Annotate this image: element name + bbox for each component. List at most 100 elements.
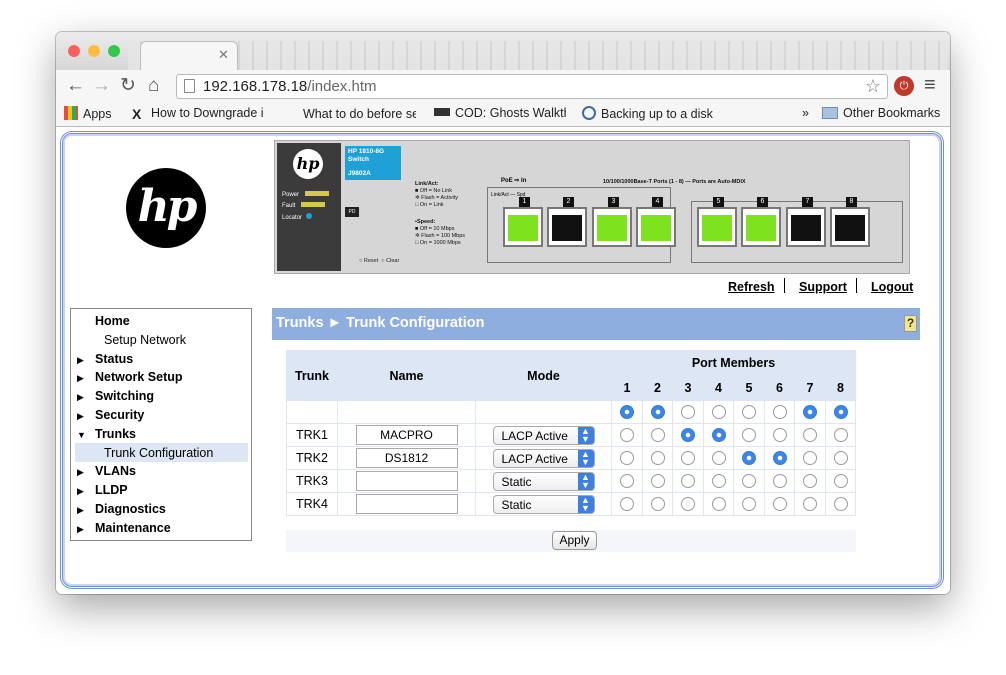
help-icon[interactable]: ? — [904, 315, 917, 332]
port-cell — [611, 423, 643, 447]
port-select-all-radio[interactable] — [620, 405, 634, 420]
collapsed-arrow-icon[interactable]: ▶ — [77, 392, 84, 403]
port-member-radio[interactable] — [833, 497, 848, 512]
address-bar[interactable]: 192.168.178.18/index.htm ☆ — [176, 74, 888, 99]
nav-item-trunks[interactable]: Trunks — [95, 427, 136, 441]
port-select-all-radio[interactable] — [803, 405, 817, 420]
port-member-radio[interactable] — [833, 474, 848, 489]
nav-item-setup-network[interactable]: Setup Network — [104, 333, 186, 347]
nav-item-home[interactable]: Home — [95, 314, 130, 328]
port-member-radio[interactable] — [803, 474, 817, 489]
apply-button[interactable]: Apply — [552, 531, 597, 550]
port-member-radio[interactable] — [742, 497, 756, 512]
nav-item-security[interactable]: Security — [95, 408, 144, 422]
port-member-radio[interactable] — [772, 497, 787, 512]
port-member-radio[interactable] — [681, 497, 695, 512]
port-member-radio[interactable] — [650, 474, 665, 489]
menu-icon[interactable]: ≡ — [924, 74, 936, 97]
port-member-radio[interactable] — [650, 497, 665, 512]
port-member-radio[interactable] — [772, 451, 787, 466]
trunk-name-input[interactable] — [355, 471, 458, 491]
port-member-radio[interactable] — [711, 497, 726, 512]
nav-item-status[interactable]: Status — [95, 352, 133, 366]
trunk-mode-select[interactable]: Static ▲ ▼ — [492, 471, 595, 491]
zoom-window-button[interactable] — [108, 45, 120, 57]
trunk-mode-select[interactable]: Static ▲ ▼ — [492, 494, 595, 514]
port-member-radio[interactable] — [620, 428, 634, 443]
collapsed-arrow-icon[interactable]: ▶ — [77, 467, 84, 478]
port-member-radio[interactable] — [620, 497, 634, 512]
port-jack — [597, 215, 627, 241]
nav-item-vlans[interactable]: VLANs — [95, 464, 136, 478]
collapsed-arrow-icon[interactable]: ▶ — [77, 411, 84, 422]
forward-icon[interactable]: → — [92, 75, 111, 97]
bookmark-cod-ghosts[interactable]: COD: Ghosts Walkth — [434, 106, 566, 120]
tab-close-icon[interactable]: ✕ — [218, 47, 229, 63]
port-member-radio[interactable] — [711, 474, 726, 489]
port-member-radio[interactable] — [833, 451, 848, 466]
port-member-radio[interactable] — [620, 474, 634, 489]
reload-icon[interactable]: ↻ — [120, 75, 136, 97]
port-member-radio[interactable] — [620, 451, 634, 466]
trunk-mode-select[interactable]: LACP Active ▲ ▼ — [492, 425, 595, 445]
port-member-radio[interactable] — [803, 451, 817, 466]
extension-icon[interactable]: ⏻ — [894, 76, 914, 96]
bookmark-what-to-do[interactable]: What to do before se — [284, 106, 416, 121]
collapsed-arrow-icon[interactable]: ▶ — [77, 373, 84, 384]
port-member-radio[interactable] — [742, 451, 756, 466]
port-member-radio[interactable] — [681, 451, 695, 466]
collapsed-arrow-icon[interactable]: ▶ — [77, 524, 84, 535]
port-member-radio[interactable] — [803, 497, 817, 512]
port-member-radio[interactable] — [681, 474, 695, 489]
port-select-all-radio[interactable] — [681, 405, 695, 420]
nav-item-trunk-configuration[interactable]: Trunk Configuration — [104, 446, 213, 460]
refresh-link[interactable]: Refresh — [728, 280, 775, 294]
port-member-radio[interactable] — [742, 428, 756, 443]
port-cell — [794, 423, 826, 447]
port-member-radio[interactable] — [833, 428, 848, 443]
nav-item-maintenance[interactable]: Maintenance — [95, 521, 171, 535]
minimize-window-button[interactable] — [88, 45, 100, 57]
nav-item-network-setup[interactable]: Network Setup — [95, 370, 183, 384]
trunk-name-input[interactable] — [355, 494, 458, 514]
bookmark-downgrade[interactable]: X How to Downgrade i — [132, 106, 264, 120]
collapsed-arrow-icon[interactable]: ▶ — [77, 355, 84, 366]
port-member-radio[interactable] — [711, 428, 726, 443]
bookmark-apps[interactable]: Apps — [64, 106, 112, 121]
mode-cell: LACP Active ▲ ▼ — [475, 423, 612, 447]
support-link[interactable]: Support — [799, 280, 847, 294]
collapsed-arrow-icon[interactable]: ▶ — [77, 505, 84, 516]
trunk-mode-select[interactable]: LACP Active ▲ ▼ — [492, 448, 595, 468]
port-member-radio[interactable] — [803, 428, 817, 443]
collapsed-arrow-icon[interactable]: ▶ — [77, 486, 84, 497]
port-cell — [733, 469, 765, 493]
bookmark-star-icon[interactable]: ☆ — [865, 76, 881, 97]
trunk-name-input[interactable]: DS1812 — [355, 448, 458, 468]
port-member-radio[interactable] — [650, 451, 665, 466]
bookmark-backing-up[interactable]: Backing up to a disk — [582, 106, 718, 121]
port-member-radio[interactable] — [681, 428, 695, 443]
port-member-radio[interactable] — [650, 428, 665, 443]
port-select-all-radio[interactable] — [650, 405, 665, 420]
port-select-all-radio[interactable] — [711, 405, 726, 420]
trunk-name-input[interactable]: MACPRO — [355, 425, 458, 445]
nav-item-switching[interactable]: Switching — [95, 389, 154, 403]
mode-cell: LACP Active ▲ ▼ — [475, 446, 612, 470]
bookmarks-overflow-icon[interactable]: » — [802, 106, 809, 120]
port-member-radio[interactable] — [711, 451, 726, 466]
port-select-all-radio[interactable] — [772, 405, 787, 420]
home-icon[interactable]: ⌂ — [148, 75, 159, 97]
port-member-radio[interactable] — [742, 474, 756, 489]
back-icon[interactable]: ← — [66, 75, 85, 97]
bookmark-other[interactable]: Other Bookmarks — [822, 106, 940, 120]
nav-item-diagnostics[interactable]: Diagnostics — [95, 502, 166, 516]
logout-link[interactable]: Logout — [871, 280, 913, 294]
port-member-radio[interactable] — [772, 474, 787, 489]
close-window-button[interactable] — [68, 45, 80, 57]
port-cell — [642, 492, 673, 516]
port-select-all-radio[interactable] — [833, 405, 848, 420]
expanded-arrow-icon[interactable]: ▼ — [77, 430, 86, 440]
port-member-radio[interactable] — [772, 428, 787, 443]
nav-item-lldp[interactable]: LLDP — [95, 483, 128, 497]
port-select-all-radio[interactable] — [742, 405, 756, 420]
